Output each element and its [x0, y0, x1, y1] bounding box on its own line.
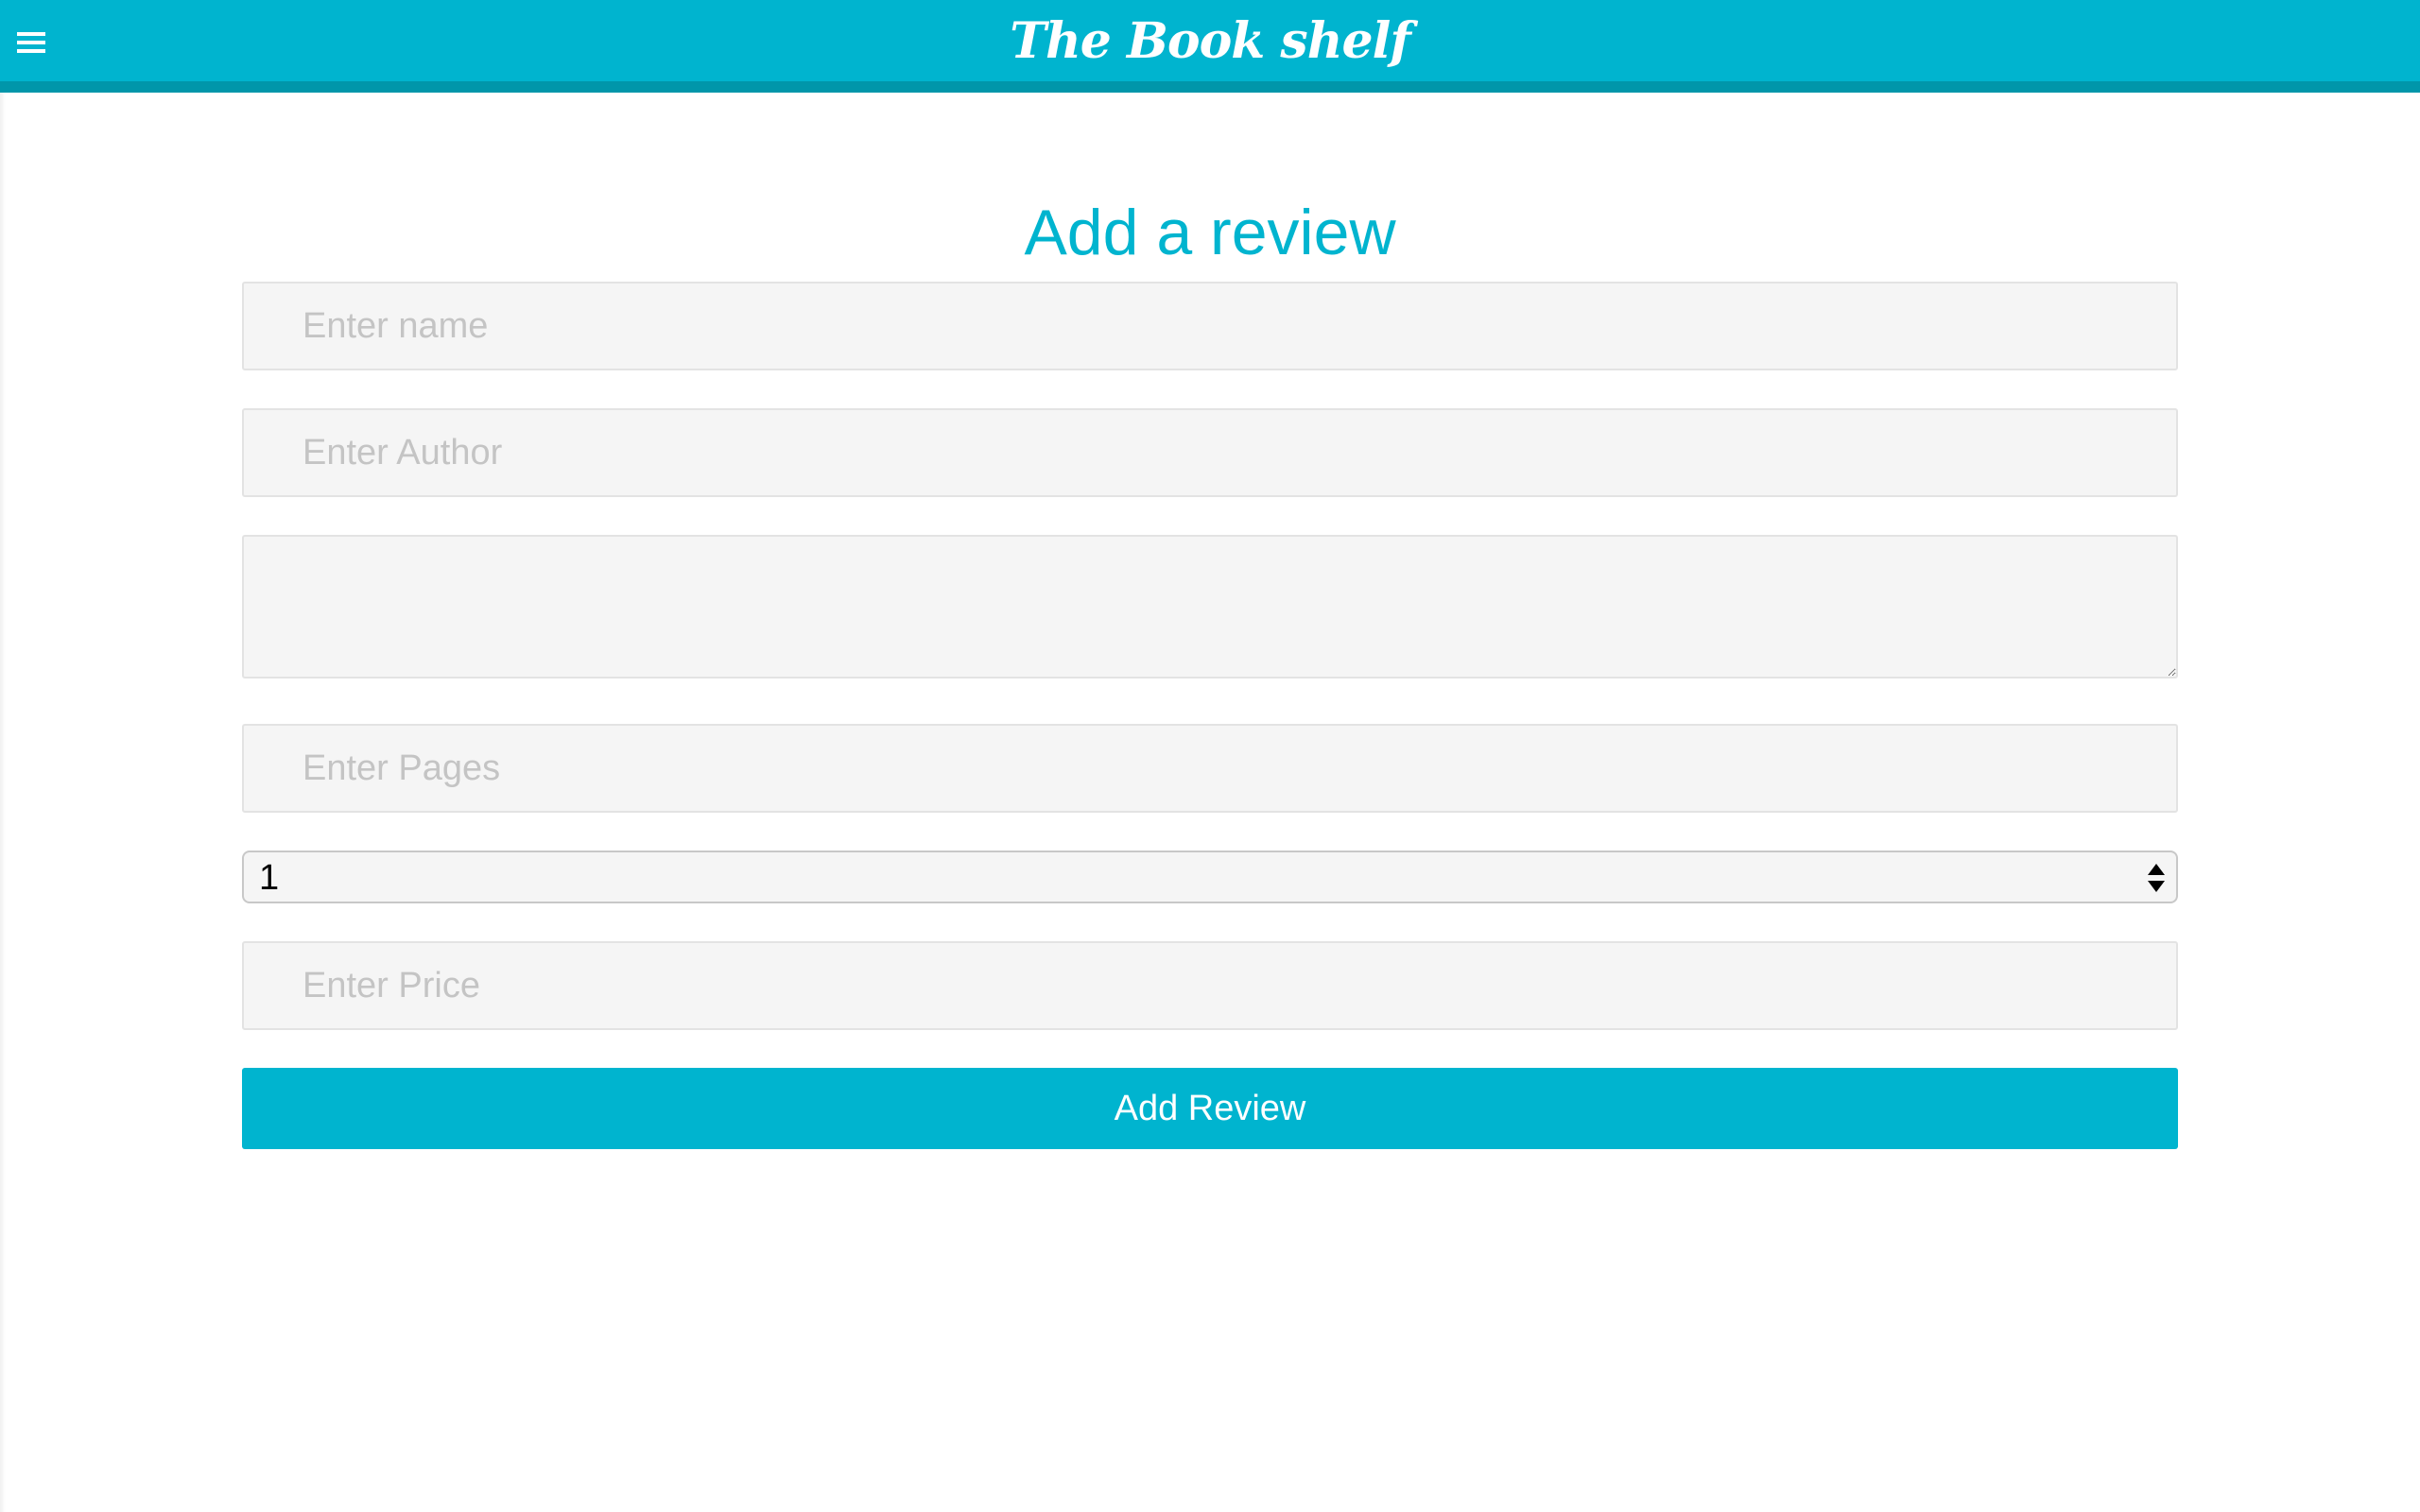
rating-select-value: 1	[259, 858, 280, 898]
select-updown-arrows-icon	[2146, 860, 2167, 896]
add-review-form: 1 Add Review	[242, 282, 2178, 1149]
name-input[interactable]	[242, 282, 2178, 370]
pages-input[interactable]	[242, 724, 2178, 813]
add-review-button[interactable]: Add Review	[242, 1068, 2178, 1149]
price-input[interactable]	[242, 941, 2178, 1030]
site-logo-title[interactable]: The Book shelf	[0, 13, 2420, 70]
top-navbar: The Book shelf	[0, 0, 2420, 93]
author-input[interactable]	[242, 408, 2178, 497]
rating-select[interactable]: 1	[242, 850, 2178, 903]
review-textarea[interactable]	[242, 535, 2178, 679]
sidebar-edge-shadow	[0, 93, 6, 1512]
page-title: Add a review	[1024, 196, 1396, 268]
